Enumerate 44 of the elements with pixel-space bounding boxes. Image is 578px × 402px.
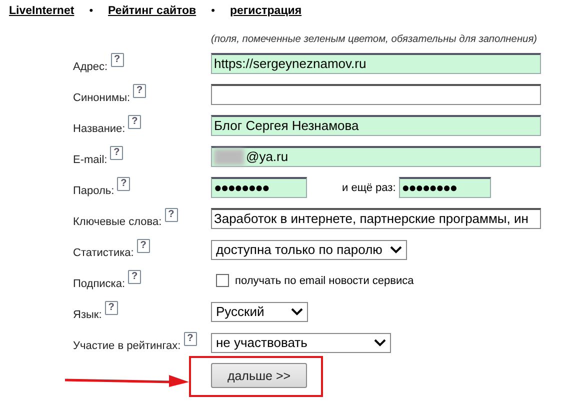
- help-button[interactable]: ?: [104, 301, 118, 315]
- field-label: и ещё раз:: [342, 182, 396, 194]
- input-field[interactable]: Блог Сергея Незнамова: [211, 115, 541, 136]
- field-label: Синонимы:: [73, 92, 130, 105]
- email-field[interactable]: @ya.ru: [211, 146, 541, 167]
- help-button[interactable]: ?: [133, 84, 146, 98]
- dropdown[interactable]: Русский: [211, 302, 308, 322]
- help-button[interactable]: ?: [136, 239, 150, 253]
- chevron-icon: [374, 338, 386, 346]
- chevron-icon: [291, 308, 303, 316]
- checkbox[interactable]: [216, 274, 229, 287]
- required-note: (поля, помеченные зеленым цветом, обязательны для заполнения): [211, 34, 538, 45]
- password-field[interactable]: ●●●●●●●●: [398, 177, 491, 198]
- field-label: Участие в рейтингах:: [73, 340, 181, 353]
- help-button[interactable]: ?: [184, 332, 197, 346]
- checkbox-label: получать по email новости сервиса: [235, 274, 414, 286]
- help-button[interactable]: ?: [110, 53, 124, 67]
- help-button[interactable]: ?: [128, 115, 142, 129]
- field-label: Адрес:: [73, 61, 108, 74]
- input-field[interactable]: Заработок в интернете, партнерские программы, ин: [211, 208, 541, 229]
- help-button[interactable]: ?: [117, 177, 130, 191]
- field-label: Статистика:: [73, 247, 134, 260]
- field-label: Ключевые слова:: [73, 216, 162, 229]
- nav-link[interactable]: регистрация: [230, 5, 302, 17]
- help-button[interactable]: ?: [164, 208, 178, 222]
- field-label: Язык:: [73, 309, 102, 322]
- password-field[interactable]: ●●●●●●●●: [211, 177, 307, 198]
- field-label: Пароль:: [73, 185, 114, 198]
- field-label: Подписка:: [73, 278, 126, 291]
- nav-link[interactable]: LiveInternet: [9, 5, 74, 17]
- help-button[interactable]: ?: [128, 270, 142, 284]
- dropdown[interactable]: не участвовать: [211, 332, 391, 352]
- nav-link[interactable]: Рейтинг сайтов: [108, 5, 196, 17]
- next-button[interactable]: дальше >>: [211, 363, 307, 388]
- field-label: Название:: [73, 123, 126, 136]
- field-label: E-mail:: [73, 154, 108, 167]
- nav-separator: •: [88, 5, 94, 17]
- help-button[interactable]: ?: [110, 146, 124, 160]
- input-field[interactable]: [211, 84, 541, 105]
- input-field[interactable]: https://sergeyneznamov.ru: [211, 53, 541, 74]
- nav-separator: •: [210, 5, 216, 17]
- dropdown[interactable]: доступна только по паролю: [211, 240, 407, 260]
- chevron-icon: [390, 246, 402, 254]
- arrow-icon: [65, 374, 190, 388]
